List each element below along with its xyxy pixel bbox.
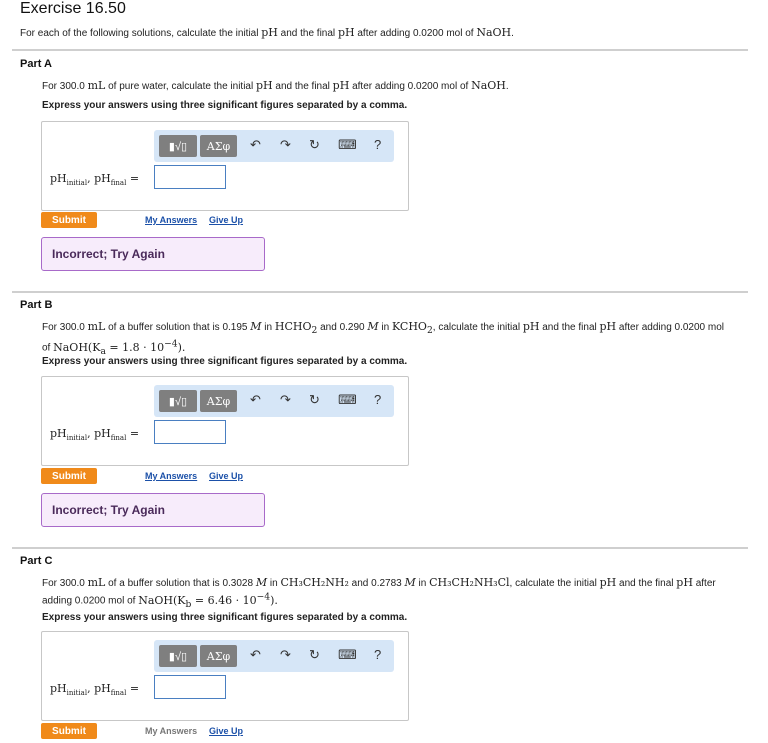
part-b-answer-input[interactable]	[154, 420, 226, 444]
part-b-answer-box: ▮√▯ ΑΣφ ↶ ↷ ↻ ⌨ ? pHinitial, pHfinal =	[41, 376, 409, 466]
part-b-answer-label: pHinitial, pHfinal =	[50, 427, 140, 443]
part-a-question: For 300.0 mL of pure water, calculate th…	[42, 79, 509, 92]
part-b-instructions: Express your answers using three signifi…	[42, 356, 408, 367]
symbols-button[interactable]: ΑΣφ	[200, 645, 237, 667]
part-a-answer-input[interactable]	[154, 165, 226, 189]
reset-icon[interactable]: ↻	[309, 647, 320, 663]
help-icon[interactable]: ?	[374, 137, 381, 152]
reset-icon[interactable]: ↻	[309, 392, 320, 408]
reset-icon[interactable]: ↻	[309, 137, 320, 153]
part-c-answer-input[interactable]	[154, 675, 226, 699]
part-b-question: For 300.0 mL of a buffer solution that i…	[42, 320, 725, 358]
templates-icon: ▮√▯	[168, 140, 188, 153]
part-a-feedback: Incorrect; Try Again	[41, 237, 265, 271]
templates-button[interactable]: ▮√▯	[159, 645, 197, 667]
part-b-title: Part B	[20, 299, 53, 311]
redo-icon[interactable]: ↷	[280, 647, 291, 663]
keyboard-icon[interactable]: ⌨	[338, 392, 357, 408]
undo-icon[interactable]: ↶	[250, 137, 261, 153]
help-icon[interactable]: ?	[374, 392, 381, 407]
symbols-button[interactable]: ΑΣφ	[200, 390, 237, 412]
part-b-my-answers-link[interactable]: My Answers	[145, 471, 197, 481]
part-a-my-answers-link[interactable]: My Answers	[145, 215, 197, 225]
part-a-instructions: Express your answers using three signifi…	[42, 100, 408, 111]
help-icon[interactable]: ?	[374, 647, 381, 662]
templates-icon: ▮√▯	[168, 395, 188, 408]
templates-button[interactable]: ▮√▯	[159, 390, 197, 412]
part-a-divider	[12, 49, 748, 51]
part-b-divider	[12, 291, 748, 293]
symbols-button[interactable]: ΑΣφ	[200, 135, 237, 157]
part-a-give-up-link[interactable]: Give Up	[209, 215, 243, 225]
redo-icon[interactable]: ↷	[280, 137, 291, 153]
part-a-submit-button[interactable]: Submit	[41, 212, 97, 228]
part-c-math-toolbar: ▮√▯ ΑΣφ ↶ ↷ ↻ ⌨ ?	[154, 640, 394, 672]
part-c-divider	[12, 547, 748, 549]
part-c-instructions: Express your answers using three signifi…	[42, 612, 408, 623]
part-c-title: Part C	[20, 555, 53, 567]
part-a-answer-label: pHinitial, pHfinal =	[50, 172, 140, 188]
templates-icon: ▮√▯	[168, 650, 188, 663]
part-c-my-answers-link[interactable]: My Answers	[145, 726, 197, 736]
part-a-math-toolbar: ▮√▯ ΑΣφ ↶ ↷ ↻ ⌨ ?	[154, 130, 394, 162]
part-b-feedback: Incorrect; Try Again	[41, 493, 265, 527]
part-b-math-toolbar: ▮√▯ ΑΣφ ↶ ↷ ↻ ⌨ ?	[154, 385, 394, 417]
part-c-submit-button[interactable]: Submit	[41, 723, 97, 739]
part-c-give-up-link[interactable]: Give Up	[209, 726, 243, 736]
part-b-submit-button[interactable]: Submit	[41, 468, 97, 484]
exercise-title: Exercise 16.50	[20, 0, 126, 17]
part-b-give-up-link[interactable]: Give Up	[209, 471, 243, 481]
exercise-intro: For each of the following solutions, cal…	[20, 26, 514, 39]
part-a-title: Part A	[20, 58, 52, 70]
part-c-question: For 300.0 mL of a buffer solution that i…	[42, 576, 716, 610]
keyboard-icon[interactable]: ⌨	[338, 137, 357, 153]
keyboard-icon[interactable]: ⌨	[338, 647, 357, 663]
redo-icon[interactable]: ↷	[280, 392, 291, 408]
undo-icon[interactable]: ↶	[250, 647, 261, 663]
part-c-answer-box: ▮√▯ ΑΣφ ↶ ↷ ↻ ⌨ ? pHinitial, pHfinal =	[41, 631, 409, 721]
undo-icon[interactable]: ↶	[250, 392, 261, 408]
part-c-answer-label: pHinitial, pHfinal =	[50, 682, 140, 698]
part-a-answer-box: ▮√▯ ΑΣφ ↶ ↷ ↻ ⌨ ? pHinitial, pHfinal =	[41, 121, 409, 211]
templates-button[interactable]: ▮√▯	[159, 135, 197, 157]
